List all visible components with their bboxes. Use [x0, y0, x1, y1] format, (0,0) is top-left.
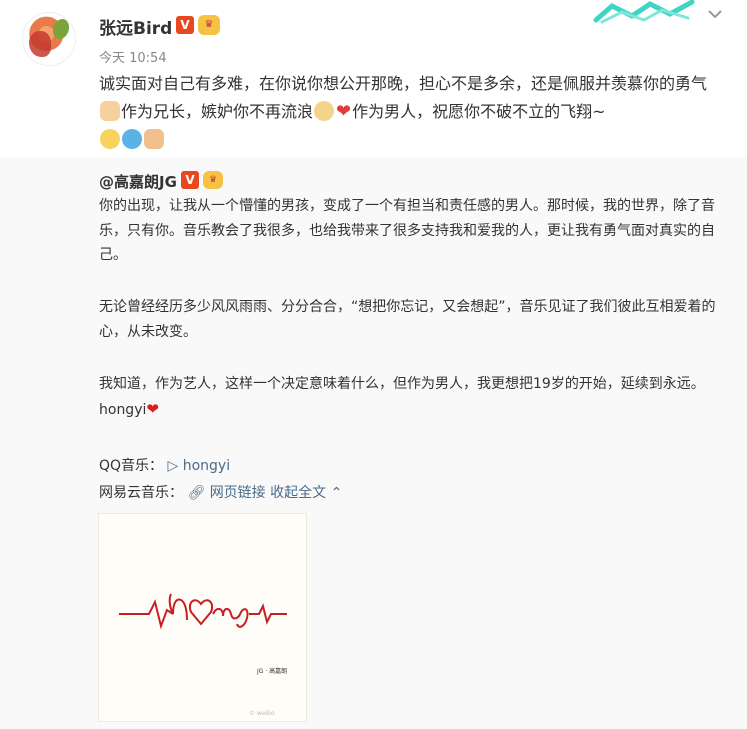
verified-icon: V — [181, 171, 199, 189]
post-text: 诚实面对自己有多难，在你说你想公开那晚，担心不是多余，还是佩服并羡慕你的勇气作为… — [99, 70, 724, 154]
chevron-up-icon[interactable]: ⌃ — [331, 485, 343, 501]
qq-music-label: QQ音乐： — [99, 458, 164, 474]
repost-paragraph3-text: 我知道，作为艺人，这样一个决定意味着什么，但作为男人，我更想把19岁的开始，延续… — [99, 376, 705, 418]
album-heartbeat-art — [119, 593, 287, 630]
avatar-art — [29, 31, 51, 57]
heart-icon: ❤ — [146, 399, 159, 418]
post-username[interactable]: 张远Bird — [99, 14, 172, 39]
watermark-text: © weibo — [249, 710, 275, 717]
post-timestamp[interactable]: 今天 10:54 — [99, 47, 167, 66]
post-text-part1: 诚实面对自己有多难，在你说你想公开那晚，担心不是多余，还是佩服并羡慕你的勇气 — [99, 74, 708, 93]
chevron-down-icon[interactable] — [706, 7, 724, 25]
netease-web-link[interactable]: 网页链接 — [210, 485, 266, 501]
repost-paragraph: 我知道，作为艺人，这样一个决定意味着什么，但作为男人，我更想把19岁的开始，延续… — [99, 372, 729, 422]
netease-music-label: 网易云音乐： — [99, 485, 183, 501]
brand-logo-icon — [593, 0, 695, 24]
repost-paragraph: 你的出现，让我从一个懵懂的男孩，变成了一个有担当和责任感的男人。那时候，我的世界… — [99, 198, 715, 263]
repost-card: @高嘉朗JG V ♛ 你的出现，让我从一个懵懂的男孩，变成了一个有担当和责任感的… — [0, 158, 747, 729]
netease-music-row: 网易云音乐： 🔗︎ 网页链接 收起全文 ⌃ — [99, 482, 342, 502]
heart-icon: ❤ — [336, 101, 352, 122]
qq-music-link[interactable]: ▷ hongyi — [168, 458, 231, 474]
thumbs-up-icon — [100, 101, 120, 121]
post-text-part2: 作为兄长，嫉妒你不再流浪 — [121, 102, 314, 121]
cat-face-icon — [314, 101, 335, 121]
album-cover-image[interactable]: JG · 高嘉朗 © weibo — [98, 513, 307, 722]
avatar-art-leaf — [53, 19, 69, 39]
qq-music-row: QQ音乐： ▷ hongyi — [99, 455, 230, 475]
repost-paragraph: 无论曾经经历多少风风雨雨、分分合合，“想把你忘记，又会想起”，音乐见证了我们彼此… — [99, 299, 716, 340]
repost-username[interactable]: @高嘉朗JG — [99, 171, 177, 192]
link-icon: 🔗︎ — [187, 485, 206, 501]
member-badge-icon: ♛ — [198, 15, 220, 35]
collapse-text-button[interactable]: 收起全文 — [270, 485, 326, 501]
avatar[interactable] — [22, 12, 76, 66]
hug-icon — [122, 129, 142, 149]
weibo-post: 张远Bird V ♛ 今天 10:54 诚实面对自己有多难，在你说你想公开那晚，… — [0, 0, 747, 158]
verified-icon: V — [176, 16, 194, 34]
member-badge-icon: ♛ — [203, 171, 223, 189]
album-artist-text: JG · 高嘉朗 — [257, 668, 288, 675]
fist-icon — [144, 129, 164, 149]
post-text-part3: 作为男人，祝愿你不破不立的飞翔~ — [352, 102, 606, 121]
smile-face-icon — [100, 129, 120, 149]
